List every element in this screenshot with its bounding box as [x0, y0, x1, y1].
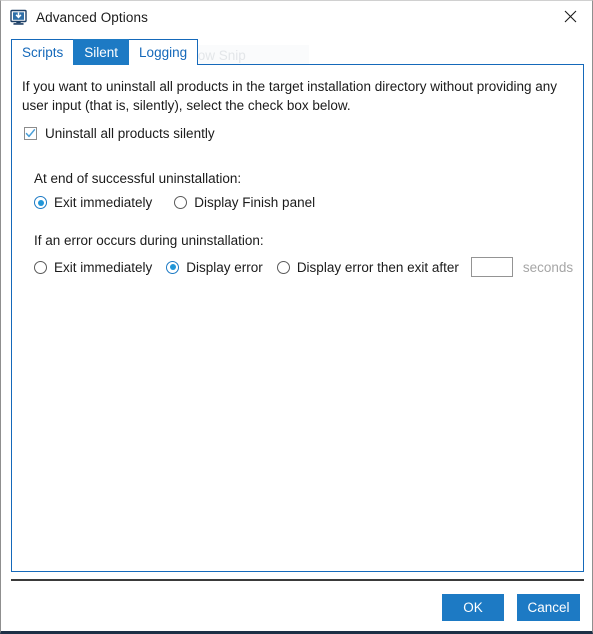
seconds-input[interactable]	[470, 257, 513, 277]
error-group-title: If an error occurs during uninstallation…	[34, 233, 264, 248]
tab-logging[interactable]: Logging	[128, 39, 199, 65]
radio-error-display-then-exit-control[interactable]	[276, 260, 290, 274]
silent-tab-panel: If you want to uninstall all products in…	[11, 64, 584, 572]
radio-error-display-error[interactable]: Display error	[166, 260, 263, 275]
installer-icon	[10, 9, 27, 25]
advanced-options-dialog: Advanced Options Window Snip Scripts Sil…	[0, 0, 593, 634]
tab-scripts[interactable]: Scripts	[11, 39, 75, 65]
radio-error-display-then-exit[interactable]: Display error then exit after	[276, 259, 459, 275]
radio-error-exit-immediately[interactable]: Exit immediately	[34, 260, 152, 275]
title-bar: Advanced Options	[1, 1, 592, 34]
cancel-button[interactable]: Cancel	[517, 594, 580, 621]
close-icon[interactable]	[548, 1, 592, 32]
radio-error-exit-immediately-control[interactable]	[34, 260, 47, 274]
dialog-footer: OK Cancel	[1, 586, 592, 631]
uninstall-silently-checkbox[interactable]	[24, 127, 37, 140]
window-title: Advanced Options	[36, 10, 148, 25]
radio-success-display-finish-panel-control[interactable]	[174, 196, 188, 209]
seconds-label: seconds	[522, 259, 574, 275]
error-group: If an error occurs during uninstallation…	[34, 233, 573, 277]
radio-success-exit-immediately-label: Exit immediately	[54, 195, 153, 210]
checkmark-icon	[25, 129, 36, 138]
uninstall-silently-label: Uninstall all products silently	[45, 126, 215, 141]
radio-error-display-error-label: Display error	[186, 259, 263, 275]
intro-text: If you want to uninstall all products in…	[22, 79, 558, 113]
radio-success-display-finish-panel[interactable]: Display Finish panel	[174, 195, 315, 210]
success-radio-row: Exit immediately Display Finish panel	[34, 195, 315, 210]
ok-button[interactable]: OK	[442, 594, 504, 621]
radio-error-display-then-exit-label: Display error then exit after	[296, 259, 459, 275]
tab-silent[interactable]: Silent	[73, 39, 130, 65]
footer-separator	[11, 579, 584, 581]
uninstall-silently-checkbox-row[interactable]: Uninstall all products silently	[24, 126, 215, 141]
tab-strip: Scripts Silent Logging	[11, 39, 199, 65]
success-group-title: At end of successful uninstallation:	[34, 171, 242, 186]
success-group: At end of successful uninstallation: Exi…	[34, 171, 315, 210]
radio-error-display-error-control[interactable]	[166, 260, 180, 274]
radio-error-exit-immediately-label: Exit immediately	[54, 259, 153, 275]
radio-success-exit-immediately-control[interactable]	[34, 196, 47, 209]
radio-success-display-finish-panel-label: Display Finish panel	[194, 195, 316, 210]
error-radio-row: Exit immediately Display error Display e…	[34, 257, 573, 277]
radio-success-exit-immediately[interactable]: Exit immediately	[34, 195, 152, 210]
